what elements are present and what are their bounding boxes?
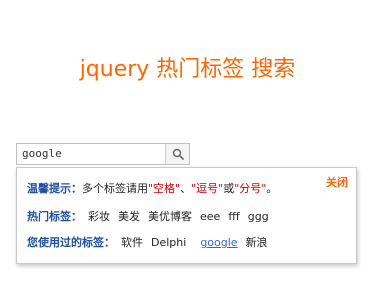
tip-semicolon: "分号" <box>234 182 267 195</box>
tag-suggestion-panel: 关闭 温馨提示：多个标签请用"空格"、"逗号"或"分号"。 热门标签： 彩妆 美发美… <box>16 167 357 264</box>
hot-tag[interactable]: fff <box>228 210 239 224</box>
used-tags-label: 您使用过的标签： <box>27 236 115 249</box>
tip-text: 多个标签请用 <box>82 182 148 195</box>
search-input[interactable] <box>17 144 166 164</box>
used-tag-link[interactable]: google <box>200 236 237 250</box>
hot-tag[interactable]: ggg <box>248 210 269 224</box>
tip-row: 温馨提示：多个标签请用"空格"、"逗号"或"分号"。 <box>27 182 277 196</box>
tip-space: "空格" <box>148 182 181 195</box>
tip-or: 或 <box>223 182 235 195</box>
used-tag[interactable]: 新浪 <box>246 236 268 250</box>
hot-tag[interactable]: 美优博客 <box>148 210 192 224</box>
tip-sep1: 、 <box>180 182 192 195</box>
hot-tag[interactable]: 美发 <box>118 210 140 224</box>
used-tags-row: 您使用过的标签： 软件 Delphi google 新浪 <box>27 236 276 250</box>
tip-end: 。 <box>266 182 278 195</box>
hot-tag[interactable]: eee <box>200 210 220 224</box>
used-tag[interactable]: Delphi <box>151 236 186 250</box>
close-button[interactable]: 关闭 <box>326 174 348 190</box>
tip-comma: "逗号" <box>191 182 224 195</box>
search-button[interactable] <box>165 144 189 164</box>
used-tag[interactable]: 软件 <box>121 236 143 250</box>
search-box <box>16 143 190 165</box>
hot-tag[interactable]: 彩妆 <box>88 210 110 224</box>
hot-tags-label: 热门标签： <box>27 210 82 223</box>
search-icon <box>172 148 184 160</box>
hot-tags-row: 热门标签： 彩妆 美发 美优博客 eee fff ggg <box>27 210 277 224</box>
page-title: jquery 热门标签 搜索 <box>79 57 296 82</box>
tip-label: 温馨提示： <box>27 182 82 195</box>
